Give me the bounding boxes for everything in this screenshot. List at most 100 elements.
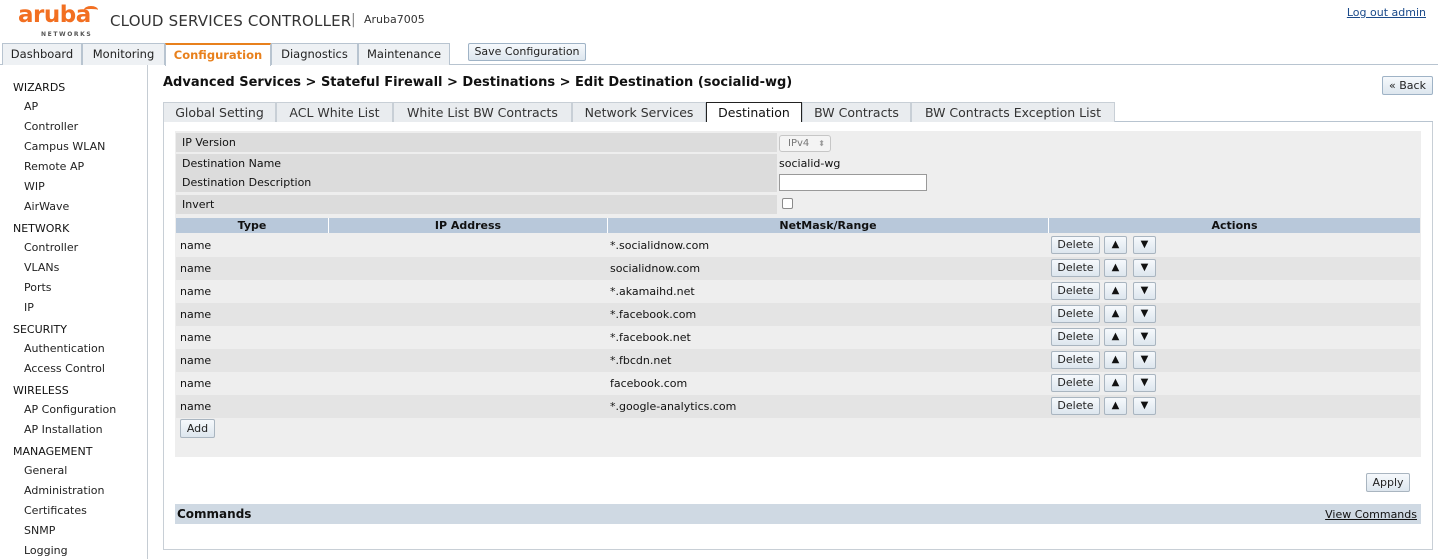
logo-arc-icon	[84, 6, 98, 14]
cell-netmask: *.google-analytics.com	[610, 400, 737, 413]
tab-acl-white-list[interactable]: ACL White List	[276, 102, 393, 122]
sidebar-item-access-control[interactable]: Access Control	[24, 362, 105, 375]
sidebar-item-network-controller[interactable]: Controller	[24, 241, 78, 254]
sidebar-item-airwave[interactable]: AirWave	[24, 200, 69, 213]
move-down-icon[interactable]: ▼	[1133, 328, 1156, 346]
tab-bw-contracts-exception-list[interactable]: BW Contracts Exception List	[911, 102, 1115, 122]
move-up-icon[interactable]: ▲	[1104, 282, 1127, 300]
cell-netmask: *.facebook.com	[610, 308, 697, 321]
table-row: name facebook.com Delete ▲ ▼	[176, 372, 1420, 395]
controller-hostname: Aruba7005	[364, 13, 425, 26]
tab-destination[interactable]: Destination	[706, 102, 802, 122]
back-button[interactable]: « Back	[1382, 76, 1433, 95]
move-down-icon[interactable]: ▼	[1133, 374, 1156, 392]
cell-type: name	[180, 262, 212, 275]
cell-ip-address	[327, 280, 607, 303]
tab-bw-contracts[interactable]: BW Contracts	[802, 102, 911, 122]
sidebar-section-security: SECURITY	[13, 323, 67, 336]
sidebar-item-ip[interactable]: IP	[24, 301, 34, 314]
view-commands-link[interactable]: View Commands	[1325, 508, 1417, 521]
delete-button[interactable]: Delete	[1051, 236, 1100, 254]
tab-monitoring[interactable]: Monitoring	[82, 43, 165, 65]
move-down-icon[interactable]: ▼	[1133, 351, 1156, 369]
delete-button[interactable]: Delete	[1051, 351, 1100, 369]
move-up-icon[interactable]: ▲	[1104, 305, 1127, 323]
ip-version-select[interactable]: IPv4 ⬍	[779, 135, 831, 152]
cell-ip-address	[327, 395, 607, 418]
sidebar-item-logging[interactable]: Logging	[24, 544, 68, 557]
delete-button[interactable]: Delete	[1051, 374, 1100, 392]
column-header-type: Type	[176, 218, 329, 233]
tab-dashboard[interactable]: Dashboard	[2, 43, 82, 65]
tab-configuration[interactable]: Configuration	[165, 43, 271, 66]
delete-button[interactable]: Delete	[1051, 305, 1100, 323]
move-up-icon[interactable]: ▲	[1104, 397, 1127, 415]
move-up-icon[interactable]: ▲	[1104, 374, 1127, 392]
sidebar-item-ap-installation[interactable]: AP Installation	[24, 423, 103, 436]
sidebar-item-administration[interactable]: Administration	[24, 484, 105, 497]
sidebar-item-remote-ap[interactable]: Remote AP	[24, 160, 84, 173]
sidebar-section-wireless: WIRELESS	[13, 384, 69, 397]
app-title: CLOUD SERVICES CONTROLLER	[110, 12, 352, 30]
sidebar-item-certificates[interactable]: Certificates	[24, 504, 87, 517]
move-up-icon[interactable]: ▲	[1104, 259, 1127, 277]
apply-button[interactable]: Apply	[1366, 473, 1410, 492]
sidebar-item-vlans[interactable]: VLANs	[24, 261, 59, 274]
sidebar-item-campus-wlan[interactable]: Campus WLAN	[24, 140, 105, 153]
page-breadcrumb: Advanced Services > Stateful Firewall > …	[163, 75, 793, 90]
logo-wordmark: aruba	[18, 2, 91, 28]
add-entry-button[interactable]: Add	[180, 419, 215, 438]
table-row: name *.akamaihd.net Delete ▲ ▼	[176, 280, 1420, 303]
cell-ip-address	[327, 372, 607, 395]
sidebar-section-network: NETWORK	[13, 222, 70, 235]
cell-type: name	[180, 377, 212, 390]
move-up-icon[interactable]: ▲	[1104, 236, 1127, 254]
ip-version-value: IPv4	[788, 138, 810, 149]
sidebar-item-wizard-controller[interactable]: Controller	[24, 120, 78, 133]
tab-network-services[interactable]: Network Services	[572, 102, 706, 122]
cell-ip-address	[327, 234, 607, 257]
tab-maintenance[interactable]: Maintenance	[358, 43, 450, 65]
table-row: name *.facebook.net Delete ▲ ▼	[176, 326, 1420, 349]
ip-version-label: IP Version	[176, 133, 777, 152]
delete-button[interactable]: Delete	[1051, 328, 1100, 346]
move-up-icon[interactable]: ▲	[1104, 351, 1127, 369]
invert-checkbox[interactable]	[782, 198, 793, 209]
delete-button[interactable]: Delete	[1051, 397, 1100, 415]
sidebar-item-wizard-ap[interactable]: AP	[24, 100, 38, 113]
cell-netmask: *.akamaihd.net	[610, 285, 695, 298]
cell-ip-address	[327, 326, 607, 349]
sidebar: WIZARDS AP Controller Campus WLAN Remote…	[0, 65, 148, 559]
tab-white-list-bw-contracts[interactable]: White List BW Contracts	[393, 102, 572, 122]
move-up-icon[interactable]: ▲	[1104, 328, 1127, 346]
tab-diagnostics[interactable]: Diagnostics	[271, 43, 358, 65]
move-down-icon[interactable]: ▼	[1133, 397, 1156, 415]
sidebar-item-snmp[interactable]: SNMP	[24, 524, 55, 537]
cell-netmask: socialidnow.com	[610, 262, 701, 275]
table-row: name *.facebook.com Delete ▲ ▼	[176, 303, 1420, 326]
cell-netmask: *.fbcdn.net	[610, 354, 672, 367]
tab-global-setting[interactable]: Global Setting	[163, 102, 276, 122]
commands-title: Commands	[177, 507, 252, 521]
cell-type: name	[180, 331, 212, 344]
destination-description-input[interactable]	[779, 174, 927, 191]
sidebar-item-authentication[interactable]: Authentication	[24, 342, 105, 355]
sidebar-section-wizards: WIZARDS	[13, 81, 66, 94]
sidebar-item-general[interactable]: General	[24, 464, 67, 477]
move-down-icon[interactable]: ▼	[1133, 236, 1156, 254]
sidebar-section-management: MANAGEMENT	[13, 445, 93, 458]
logout-link[interactable]: Log out admin	[1347, 6, 1426, 19]
move-down-icon[interactable]: ▼	[1133, 305, 1156, 323]
sidebar-item-wip[interactable]: WIP	[24, 180, 45, 193]
delete-button[interactable]: Delete	[1051, 282, 1100, 300]
cell-type: name	[180, 285, 212, 298]
cell-netmask: *.socialidnow.com	[610, 239, 710, 252]
select-arrows-icon: ⬍	[818, 139, 825, 148]
top-navigation: Dashboard Monitoring Configuration Diagn…	[0, 43, 1438, 66]
sidebar-item-ap-configuration[interactable]: AP Configuration	[24, 403, 116, 416]
sidebar-item-ports[interactable]: Ports	[24, 281, 52, 294]
save-configuration-button[interactable]: Save Configuration	[468, 43, 586, 61]
move-down-icon[interactable]: ▼	[1133, 282, 1156, 300]
delete-button[interactable]: Delete	[1051, 259, 1100, 277]
move-down-icon[interactable]: ▼	[1133, 259, 1156, 277]
